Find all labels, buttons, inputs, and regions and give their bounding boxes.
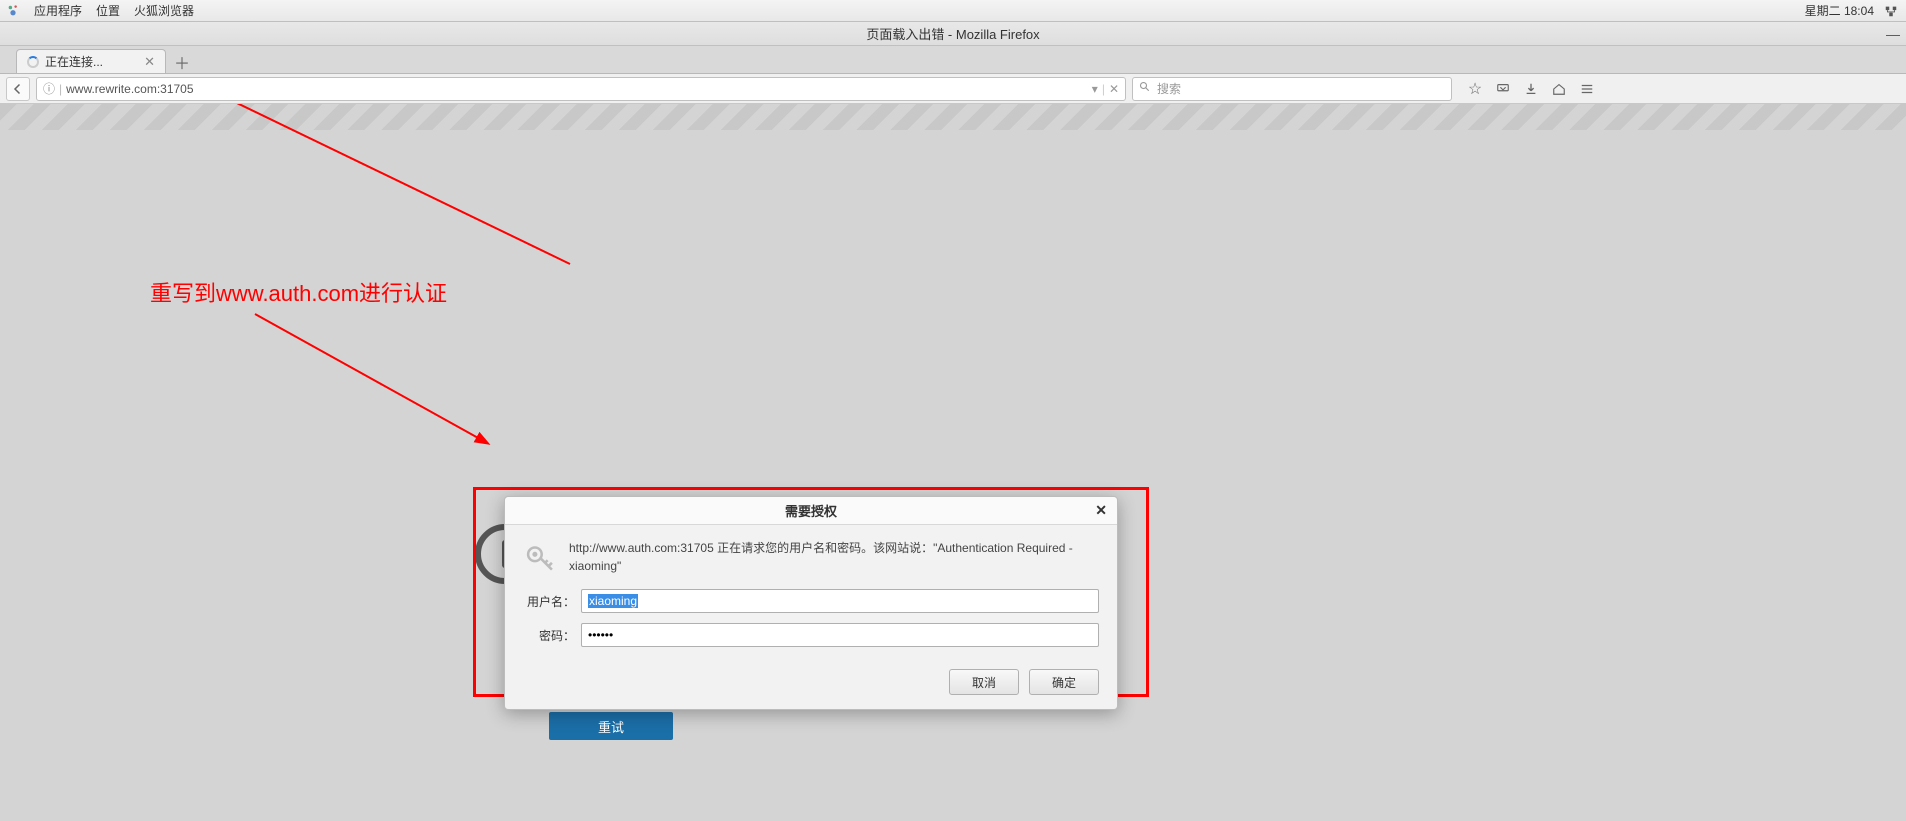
window-title-bar: 页面载入出错 - Mozilla Firefox — (0, 22, 1906, 46)
auth-dialog: 需要授权 ✕ http://www.auth.com:31705 正在请求您的用… (504, 496, 1118, 710)
username-value: xiaoming (588, 594, 638, 608)
clock-text[interactable]: 星期二 18:04 (1805, 2, 1874, 19)
menu-hamburger-icon[interactable] (1578, 79, 1596, 99)
username-label: 用户名： (523, 593, 581, 610)
window-minimize-button[interactable]: — (1886, 26, 1900, 42)
site-info-icon[interactable]: ⓘ (43, 80, 55, 97)
url-text: www.rewrite.com:31705 (66, 82, 193, 96)
dialog-title-bar: 需要授权 ✕ (505, 497, 1117, 525)
tab-strip: 正在连接... ✕ ＋ (0, 46, 1906, 74)
browser-tab[interactable]: 正在连接... ✕ (16, 49, 166, 73)
tab-close-button[interactable]: ✕ (144, 54, 155, 70)
home-icon[interactable] (1550, 79, 1568, 99)
back-button[interactable] (6, 77, 30, 101)
username-input[interactable]: xiaoming (581, 589, 1099, 613)
dialog-title-text: 需要授权 (785, 501, 837, 520)
menu-applications[interactable]: 应用程序 (34, 2, 82, 19)
new-tab-button[interactable]: ＋ (170, 51, 194, 73)
stop-button[interactable]: ✕ (1109, 82, 1119, 96)
menu-firefox[interactable]: 火狐浏览器 (134, 2, 194, 19)
password-label: 密码： (523, 627, 581, 644)
address-bar[interactable]: ⓘ | www.rewrite.com:31705 ▾ | ✕ (36, 77, 1126, 101)
network-icon[interactable] (1884, 4, 1898, 18)
cancel-button[interactable]: 取消 (949, 669, 1019, 695)
password-input[interactable] (581, 623, 1099, 647)
pocket-icon[interactable] (1494, 79, 1512, 99)
retry-button[interactable]: 重试 (549, 712, 673, 740)
downloads-icon[interactable] (1522, 79, 1540, 99)
dialog-close-button[interactable]: ✕ (1095, 502, 1107, 519)
key-icon (523, 539, 557, 573)
page-content: 重写到www.auth.com进行认证 重试 需要授权 ✕ (0, 104, 1906, 821)
gnome-logo-icon (6, 4, 20, 18)
search-placeholder: 搜索 (1157, 80, 1181, 97)
tab-label: 正在连接... (45, 53, 103, 70)
search-icon (1139, 81, 1151, 96)
window-title-text: 页面载入出错 - Mozilla Firefox (866, 24, 1039, 43)
annotation-arrows (0, 104, 1906, 821)
dialog-message: http://www.auth.com:31705 正在请求您的用户名和密码。该… (569, 539, 1099, 575)
annotation-text: 重写到www.auth.com进行认证 (150, 276, 447, 308)
search-bar[interactable]: 搜索 (1132, 77, 1452, 101)
ok-button[interactable]: 确定 (1029, 669, 1099, 695)
bookmark-star-icon[interactable]: ☆ (1466, 79, 1484, 99)
loading-spinner-icon (27, 56, 39, 68)
dropdown-icon[interactable]: ▾ (1092, 82, 1098, 96)
menu-places[interactable]: 位置 (96, 2, 120, 19)
system-menu-bar: 应用程序 位置 火狐浏览器 星期二 18:04 (0, 0, 1906, 22)
hatching-stripe (0, 104, 1906, 130)
navigation-toolbar: ⓘ | www.rewrite.com:31705 ▾ | ✕ 搜索 ☆ (0, 74, 1906, 104)
